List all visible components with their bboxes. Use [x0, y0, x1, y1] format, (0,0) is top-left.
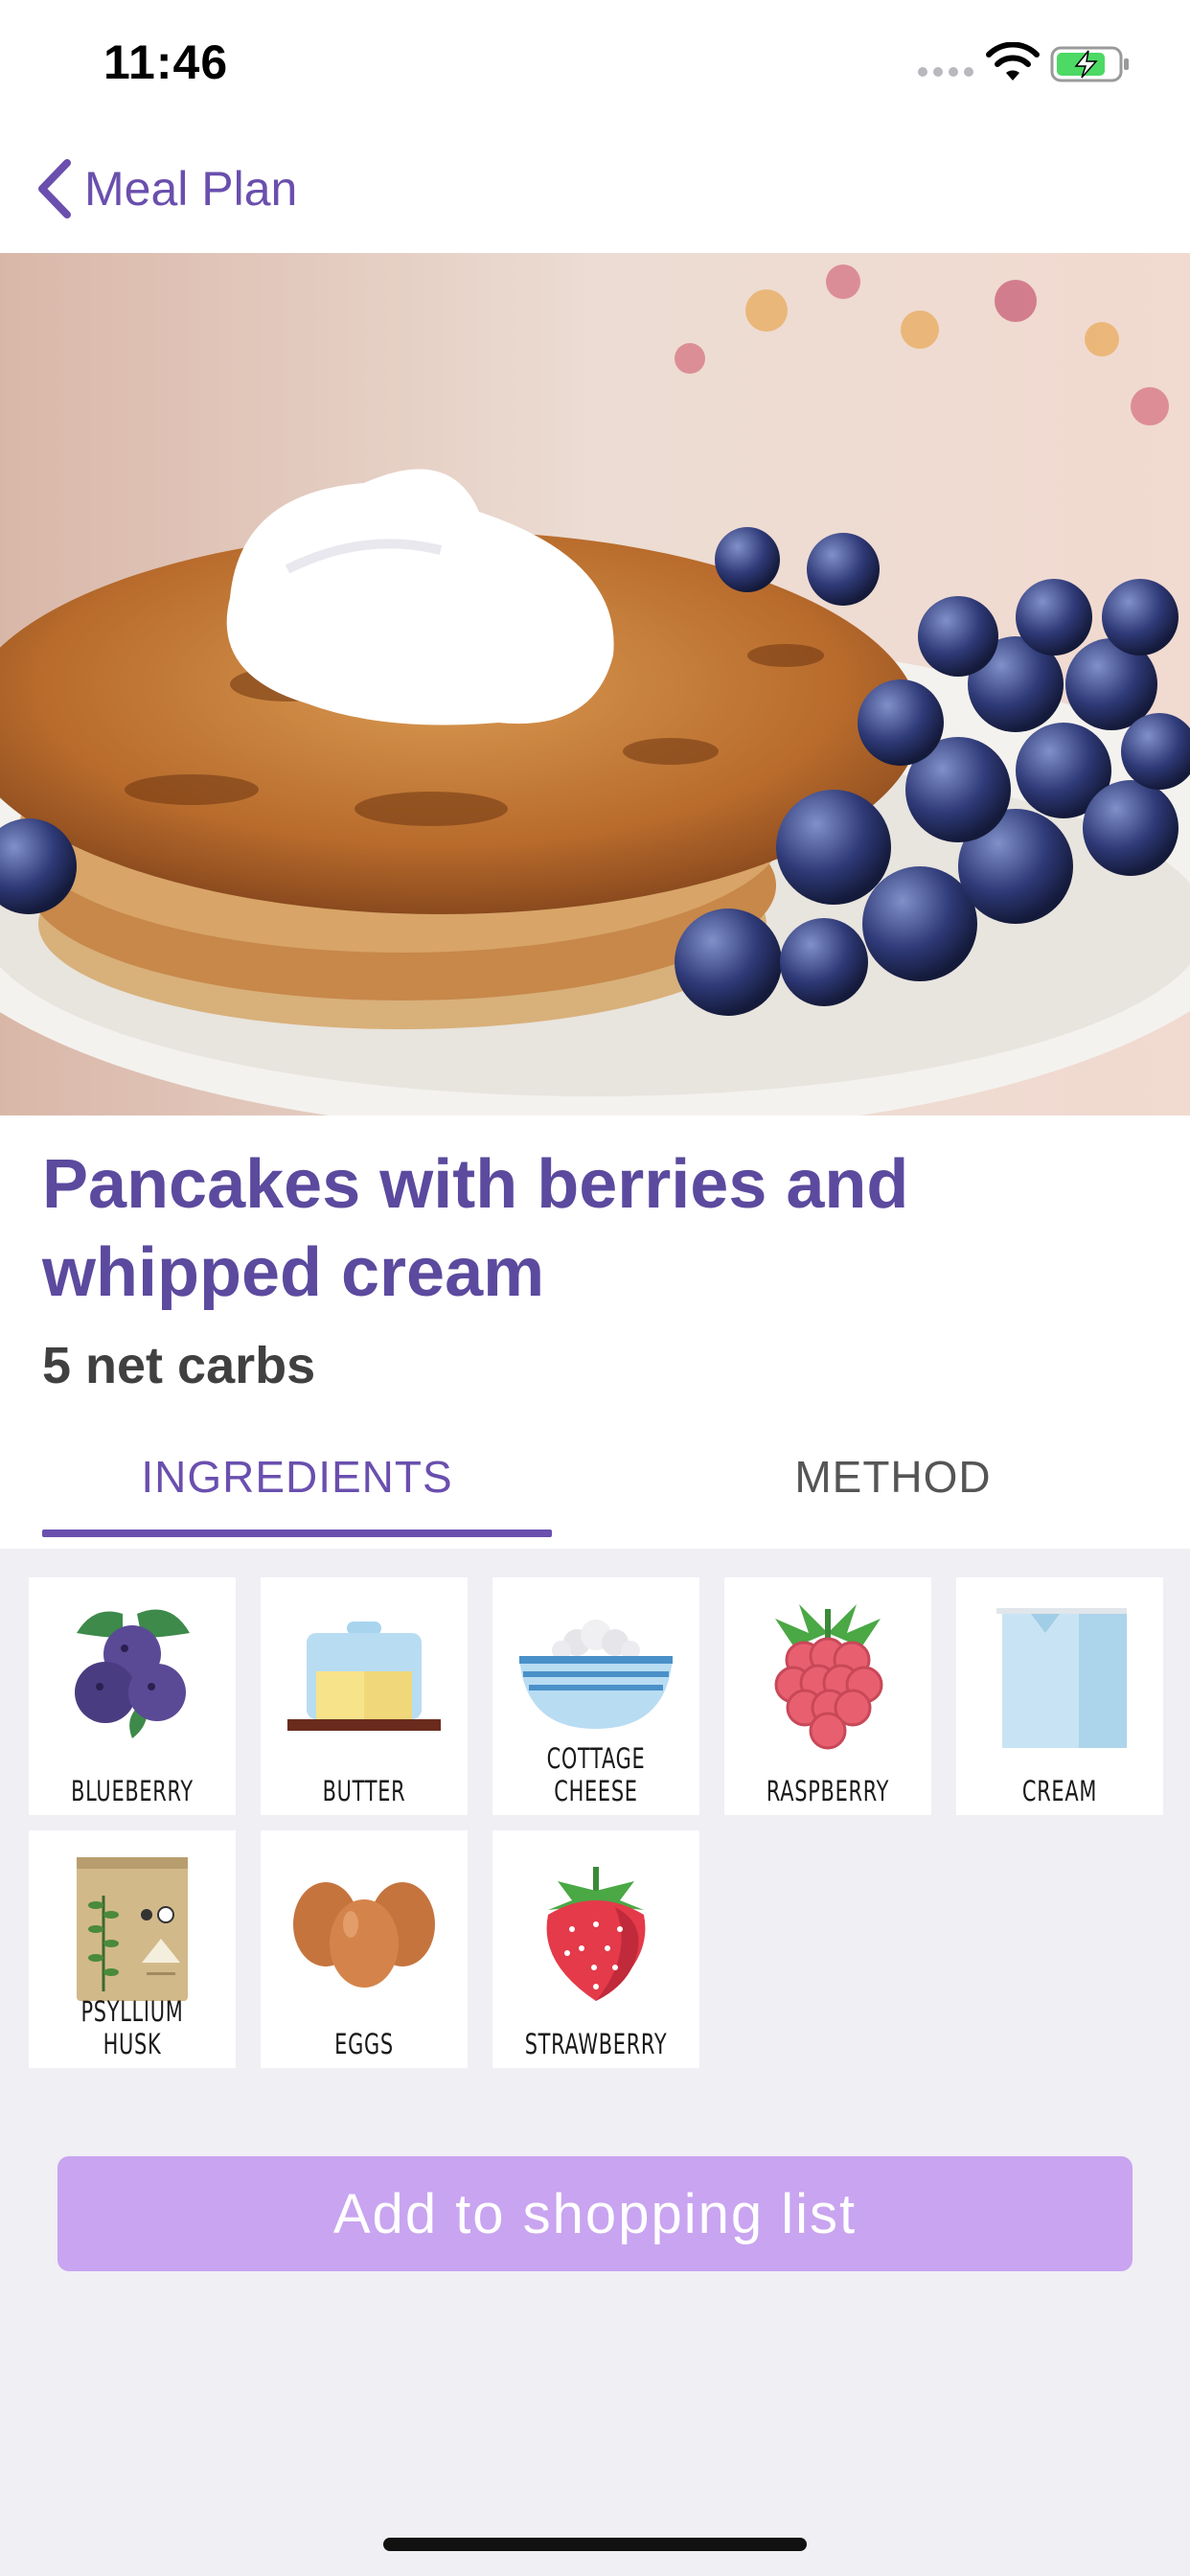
tab-method[interactable]: METHOD [638, 1432, 1148, 1522]
ingredient-raspberry[interactable]: RASPBERRY [724, 1577, 931, 1815]
recipe-title: Pancakes with berries and whipped cream [42, 1146, 909, 1311]
ingredient-label: BUTTER [322, 1775, 406, 1807]
strawberry-icon [546, 1867, 646, 2001]
ingredient-label: PSYLLIUM HUSK [80, 1995, 184, 2060]
cream-icon [996, 1608, 1127, 1748]
ingredient-psyllium-husk[interactable]: PSYLLIUM HUSK [29, 1830, 236, 2068]
back-button[interactable]: Meal Plan [34, 155, 297, 222]
recipe-header: Pancakes with berries and whipped cream … [0, 1116, 1190, 1549]
ingredient-blueberry[interactable]: BLUEBERRY [29, 1577, 236, 1815]
tab-ingredients[interactable]: INGREDIENTS [42, 1432, 552, 1522]
ingredient-label: BLUEBERRY [71, 1775, 194, 1807]
ingredient-strawberry[interactable]: STRAWBERRY [492, 1830, 699, 2068]
wifi-icon [986, 42, 1040, 80]
cottage-cheese-icon [519, 1620, 673, 1729]
psyllium-husk-icon [77, 1857, 188, 2001]
selected-tab-indicator [42, 1530, 552, 1537]
ingredient-label: CREAM [1021, 1775, 1098, 1807]
ingredient-cottage-cheese[interactable]: COTTAGE CHEESE [492, 1577, 699, 1815]
ingredient-label: EGGS [334, 2028, 394, 2060]
signal-icon [918, 67, 973, 77]
blueberry-icon [75, 1609, 190, 1738]
back-button-label: Meal Plan [84, 162, 298, 216]
recipe-hero-image [0, 253, 1190, 1116]
ingredient-label: COTTAGE CHEESE [546, 1742, 646, 1807]
chevron-left-icon [38, 159, 71, 218]
butter-icon [287, 1622, 441, 1731]
add-to-shopping-list-button[interactable]: Add to shopping list [57, 2156, 1133, 2271]
ingredient-cream[interactable]: CREAM [956, 1577, 1163, 1815]
status-time: 11:46 [103, 35, 229, 89]
ingredient-eggs[interactable]: EGGS [261, 1830, 468, 2068]
ingredient-butter[interactable]: BUTTER [261, 1577, 468, 1815]
navigation-bar: Meal Plan [0, 126, 1190, 253]
eggs-icon [293, 1882, 435, 1988]
net-carbs: 5 net carbs [42, 1337, 316, 1394]
raspberry-icon [774, 1604, 883, 1750]
status-bar: 11:46 [0, 0, 1190, 126]
ingredient-label: STRAWBERRY [524, 2028, 668, 2060]
home-indicator[interactable] [383, 2538, 807, 2551]
ingredient-label: RASPBERRY [766, 1775, 890, 1807]
battery-charging-icon [1050, 46, 1129, 82]
